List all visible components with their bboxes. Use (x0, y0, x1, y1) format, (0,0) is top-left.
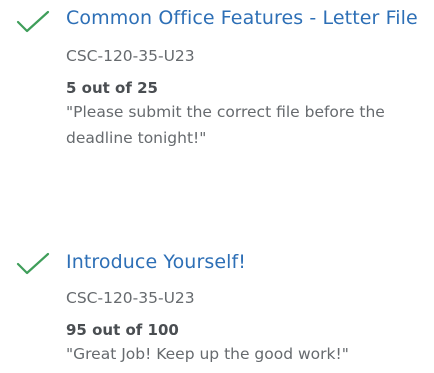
check-icon (16, 252, 50, 276)
assignment-title-link[interactable]: Common Office Features - Letter File (66, 2, 426, 34)
item-text: Common Office Features - Letter File CSC… (66, 2, 426, 151)
check-icon (16, 10, 50, 34)
instructor-comment: "Please submit the correct file before t… (66, 103, 385, 147)
score-text: 95 out of 100 (66, 321, 179, 339)
assignment-title-link[interactable]: Introduce Yourself! (66, 246, 426, 278)
item-text: Introduce Yourself! CSC-120-35-U23 95 ou… (66, 246, 426, 367)
score-text: 5 out of 25 (66, 79, 158, 97)
course-code: CSC-120-35-U23 (66, 47, 195, 65)
instructor-comment: "Great Job! Keep up the good work!" (66, 345, 349, 363)
course-code: CSC-120-35-U23 (66, 289, 195, 307)
graded-feedback-list: Common Office Features - Letter File CSC… (0, 0, 434, 373)
